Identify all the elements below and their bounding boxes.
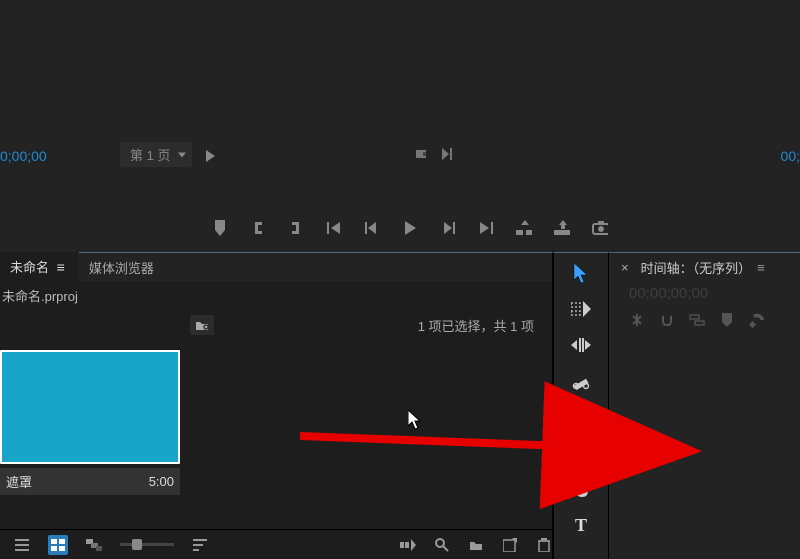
snap-icon[interactable] xyxy=(659,312,675,328)
mouse-cursor-icon xyxy=(408,410,422,433)
marker-icon[interactable] xyxy=(212,220,228,236)
out-point-icon[interactable] xyxy=(288,220,304,236)
auto-sequence-icon[interactable] xyxy=(400,537,416,553)
program-monitor-area: 0;00;00 第 1 页 00; xyxy=(0,0,800,250)
tab-project[interactable]: 未命名 ≡ xyxy=(0,252,79,283)
selection-status: 1 项已选择，共 1 项 xyxy=(418,316,544,335)
step-back-icon[interactable] xyxy=(364,220,380,236)
timeline-control-row xyxy=(615,306,800,334)
pen-tool[interactable] xyxy=(569,441,593,465)
program-timecode-right[interactable]: 00; xyxy=(781,148,800,164)
freeform-view-icon[interactable] xyxy=(86,537,102,553)
in-point-icon[interactable] xyxy=(250,220,266,236)
add-marker-tl-icon[interactable] xyxy=(719,312,735,328)
lift-icon[interactable] xyxy=(516,220,532,236)
dropdown-play-icon[interactable] xyxy=(206,150,216,165)
timeline-tabs-row: × 时间轴：（无序列） ≡ xyxy=(615,253,800,281)
transport-controls xyxy=(212,220,608,236)
delete-icon[interactable] xyxy=(536,537,552,553)
project-bottom-toolbar xyxy=(0,529,552,559)
project-tabs-row: 未命名 ≡ 媒体浏览器 xyxy=(0,253,552,281)
go-in-icon[interactable] xyxy=(326,220,342,236)
project-filename: 未命名.prproj xyxy=(0,281,552,310)
new-bin-icon[interactable] xyxy=(468,537,484,553)
find-icon[interactable] xyxy=(434,537,450,553)
sort-options-icon[interactable] xyxy=(192,537,208,553)
ripple-edit-tool[interactable] xyxy=(569,333,593,357)
page-dropdown-label: 第 1 页 xyxy=(130,145,170,164)
selection-tool[interactable] xyxy=(569,261,593,285)
type-tool[interactable]: T xyxy=(569,513,593,537)
slip-tool[interactable] xyxy=(569,405,593,429)
razor-tool[interactable] xyxy=(569,369,593,393)
insert-sequence-icon[interactable] xyxy=(629,312,645,328)
search-folder-icon[interactable] xyxy=(190,315,214,335)
play-icon[interactable] xyxy=(402,220,418,236)
step-forward-icon[interactable] xyxy=(440,220,456,236)
timeline-settings-icon[interactable] xyxy=(749,312,765,328)
hand-tool[interactable] xyxy=(569,477,593,501)
project-search-input[interactable] xyxy=(0,314,180,336)
thumbnail-size-slider[interactable] xyxy=(120,543,174,546)
timeline-panel: × 时间轴：（无序列） ≡ 00;00;00;00 xyxy=(609,252,800,559)
next-clip-icon[interactable] xyxy=(442,148,456,163)
list-view-icon[interactable] xyxy=(14,537,30,553)
export-frame-icon[interactable] xyxy=(592,220,608,236)
go-out-icon[interactable] xyxy=(478,220,494,236)
project-toolbar-row: 1 项已选择，共 1 项 xyxy=(0,310,552,340)
program-timecode-left[interactable]: 0;00;00 xyxy=(0,148,47,164)
asset-duration: 5:00 xyxy=(149,474,174,489)
monitor-small-icons xyxy=(416,148,456,163)
track-select-tool[interactable] xyxy=(569,297,593,321)
tab-media-browser[interactable]: 媒体浏览器 xyxy=(79,253,164,282)
new-item-icon[interactable] xyxy=(502,537,518,553)
asset-caption-row[interactable]: 遮罩 5:00 xyxy=(0,468,180,495)
timeline-tab-close-icon[interactable]: × xyxy=(615,256,635,279)
timeline-tab-menu-icon[interactable]: ≡ xyxy=(751,260,765,275)
timeline-timecode[interactable]: 00;00;00;00 xyxy=(615,281,800,306)
asset-name: 遮罩 xyxy=(6,472,149,491)
project-panel: 未命名 ≡ 媒体浏览器 未命名.prproj 1 项已选择，共 1 项 遮罩 5… xyxy=(0,252,553,559)
icon-view-icon[interactable] xyxy=(48,535,68,555)
tools-panel: T xyxy=(553,252,609,559)
asset-thumbnail[interactable] xyxy=(0,350,180,464)
extract-icon[interactable] xyxy=(554,220,570,236)
linked-selection-icon[interactable] xyxy=(689,312,705,328)
page-dropdown[interactable]: 第 1 页 xyxy=(120,142,192,167)
project-asset-area[interactable]: 遮罩 5:00 xyxy=(0,340,552,559)
capture-icon[interactable] xyxy=(416,148,430,163)
timeline-tab-label[interactable]: 时间轴：（无序列） xyxy=(635,258,752,277)
tab-menu-icon[interactable]: ≡ xyxy=(53,259,69,275)
bottom-panels: 未命名 ≡ 媒体浏览器 未命名.prproj 1 项已选择，共 1 项 遮罩 5… xyxy=(0,252,800,559)
tab-project-label: 未命名 xyxy=(10,260,49,275)
